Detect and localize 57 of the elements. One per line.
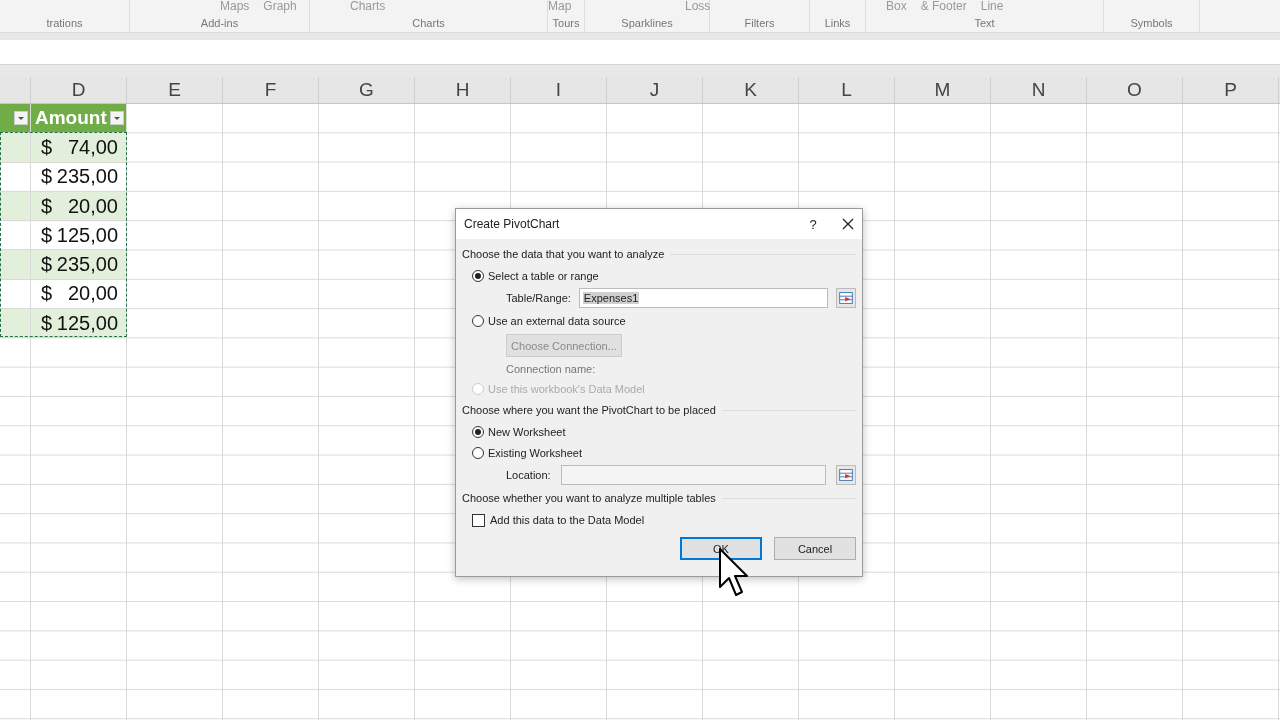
- radio-button[interactable]: [472, 425, 484, 438]
- radio-label[interactable]: Use an external data source: [488, 314, 626, 327]
- column-header[interactable]: E: [127, 77, 223, 103]
- ribbon-group-label: Add-ins: [199, 17, 240, 31]
- section-heading: Choose the data that you want to analyze: [462, 248, 665, 260]
- radio-button[interactable]: [472, 314, 484, 327]
- column-header[interactable]: O: [1087, 77, 1183, 103]
- ribbon-group-label: Links: [823, 17, 852, 31]
- column-header[interactable]: H: [415, 77, 511, 103]
- cancel-button[interactable]: Cancel: [774, 537, 856, 560]
- radio-button[interactable]: [472, 446, 484, 459]
- column-header[interactable]: F: [223, 77, 319, 103]
- column-header[interactable]: G: [319, 77, 415, 103]
- column-header[interactable]: N: [991, 77, 1087, 103]
- ribbon-group-label: Charts: [411, 17, 446, 31]
- table-range-field[interactable]: Expenses1: [578, 288, 828, 308]
- column-header[interactable]: K: [703, 77, 799, 103]
- ribbon-group-label: Tours: [551, 17, 581, 31]
- table-cell: [0, 250, 31, 280]
- field-label: Location:: [506, 469, 551, 481]
- section-heading: Choose where you want the PivotChart to be placed: [462, 404, 716, 416]
- radio-label[interactable]: New Worksheet: [488, 425, 566, 438]
- radio-button[interactable]: [472, 269, 484, 282]
- table-cell: $ 20,00: [31, 191, 127, 222]
- checkbox-label[interactable]: Add this data to the Data Model: [490, 514, 645, 526]
- column-header[interactable]: M: [895, 77, 991, 103]
- table-cell: $ 74,00: [31, 133, 127, 163]
- section-heading: Choose whether you want to analyze multiple tables: [462, 492, 716, 504]
- table-cell: $ 235,00: [31, 250, 127, 280]
- table-cell: [0, 191, 31, 222]
- help-button[interactable]: ?: [798, 216, 828, 232]
- ribbon-group-label: Sparklines: [620, 17, 674, 31]
- location-field[interactable]: [560, 465, 826, 485]
- table-header-label: Amount: [35, 107, 107, 130]
- connection-name-label: Connection name:: [505, 362, 597, 377]
- dialog-title: Create PivotChart: [464, 217, 561, 231]
- column-header[interactable]: I: [511, 77, 607, 103]
- filter-dropdown-icon[interactable]: [14, 111, 28, 126]
- filter-dropdown-icon[interactable]: [110, 111, 124, 126]
- checkbox[interactable]: [472, 513, 485, 527]
- range-select-icon[interactable]: [836, 288, 856, 308]
- range-select-icon[interactable]: [836, 465, 856, 485]
- radio-label[interactable]: Select a table or range: [488, 269, 599, 282]
- column-header[interactable]: D: [31, 77, 127, 103]
- table-cell: [0, 133, 31, 163]
- field-label: Table/Range:: [506, 292, 571, 304]
- column-header[interactable]: P: [1183, 77, 1279, 103]
- close-icon[interactable]: [842, 218, 854, 230]
- column-header[interactable]: J: [607, 77, 703, 103]
- column-header[interactable]: L: [799, 77, 895, 103]
- radio-label[interactable]: Existing Worksheet: [488, 446, 582, 459]
- ribbon-group-label: Filters: [743, 17, 776, 31]
- table-cell: $ 125,00: [31, 309, 127, 339]
- table-cell: [0, 309, 31, 339]
- ribbon-group-label: trations: [45, 17, 84, 31]
- ribbon-group-label: Text: [973, 17, 996, 31]
- ribbon-group-label: Symbols: [1129, 17, 1174, 31]
